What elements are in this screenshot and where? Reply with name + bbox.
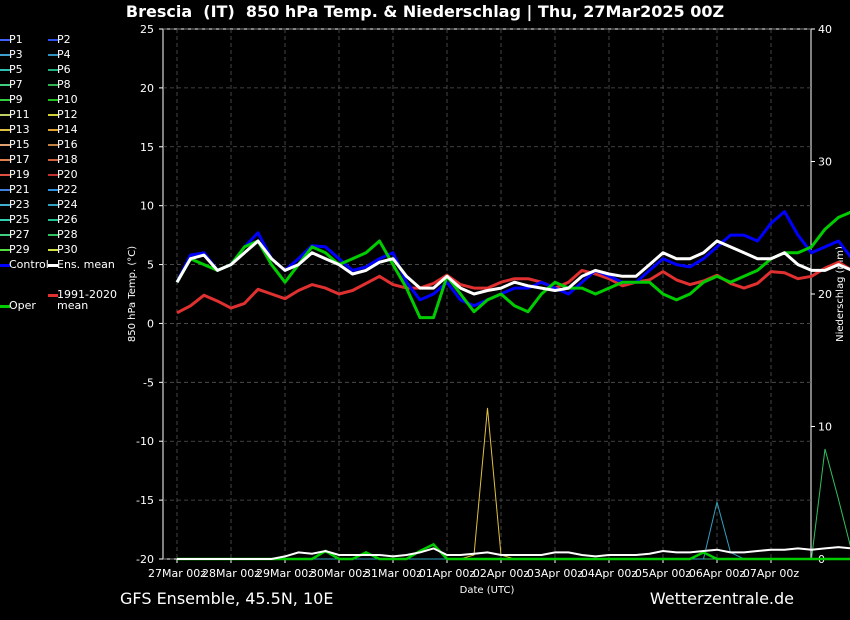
y2-tick-label: 40 bbox=[818, 23, 832, 36]
x-tick-label: 27Mar 00z bbox=[148, 567, 206, 580]
legend-label: P19 bbox=[9, 168, 30, 181]
y-tick-label: -20 bbox=[136, 553, 154, 566]
legend-label: Oper bbox=[9, 299, 36, 312]
legend-label: 1991-2020 mean bbox=[57, 288, 117, 312]
y-tick-label: 15 bbox=[140, 141, 154, 154]
legend-label: P22 bbox=[57, 183, 78, 196]
y2-axis-label: Niederschlag (mm) bbox=[835, 246, 846, 342]
y-tick-label: 25 bbox=[140, 23, 154, 36]
y2-tick-label: 20 bbox=[818, 288, 832, 301]
legend-label: P10 bbox=[57, 93, 78, 106]
y-axis-label: 850 hPa Temp. (°C) bbox=[127, 246, 138, 342]
legend-label: P16 bbox=[57, 138, 78, 151]
y2-tick-label: 30 bbox=[818, 156, 832, 169]
legend-label: P27 bbox=[9, 228, 30, 241]
plot-frame bbox=[162, 28, 812, 560]
legend-label: P30 bbox=[57, 243, 78, 256]
x-tick-label: 31Mar 00z bbox=[364, 567, 422, 580]
legend-label: Ens. mean bbox=[57, 258, 115, 271]
precip-line-p28 bbox=[177, 448, 850, 560]
legend-label: P11 bbox=[9, 108, 30, 121]
legend-label: Control bbox=[9, 258, 49, 271]
y-tick-label: -10 bbox=[136, 435, 154, 448]
legend-label: P9 bbox=[9, 93, 23, 106]
legend-label: P21 bbox=[9, 183, 30, 196]
legend-label: P13 bbox=[9, 123, 30, 136]
y-tick-label: 0 bbox=[147, 317, 154, 330]
x-tick-label: 02Apr 00z bbox=[473, 567, 530, 580]
legend-label: P7 bbox=[9, 78, 23, 91]
legend-label: P15 bbox=[9, 138, 30, 151]
temp-line-control bbox=[175, 210, 850, 308]
precip-line-ens-mean bbox=[177, 546, 850, 560]
legend-label: P6 bbox=[57, 63, 71, 76]
legend-label: P14 bbox=[57, 123, 78, 136]
precip-line-p24 bbox=[177, 501, 850, 560]
legend-label: P26 bbox=[57, 213, 78, 226]
y-tick-label: -15 bbox=[136, 494, 154, 507]
x-tick-label: 29Mar 00z bbox=[256, 567, 314, 580]
legend-label: P17 bbox=[9, 153, 30, 166]
source-credit: Wetterzentrale.de bbox=[649, 589, 794, 608]
x-tick-label: 06Apr 00z bbox=[689, 567, 746, 580]
legend-label: P4 bbox=[57, 48, 71, 61]
legend-label: P8 bbox=[57, 78, 71, 91]
x-tick-label: 28Mar 00z bbox=[202, 567, 260, 580]
legend-label: P3 bbox=[9, 48, 23, 61]
y2-tick-label: 10 bbox=[818, 421, 832, 434]
x-axis-label: Date (UTC) bbox=[460, 585, 515, 596]
y-tick-label: 5 bbox=[147, 259, 154, 272]
legend-label: P5 bbox=[9, 63, 23, 76]
legend-label: P20 bbox=[57, 168, 78, 181]
legend-label: P29 bbox=[9, 243, 30, 256]
legend-label: P18 bbox=[57, 153, 78, 166]
legend-label: P1 bbox=[9, 33, 23, 46]
legend-label: P2 bbox=[57, 33, 71, 46]
chart-plot: 2520151050-5-10-15-2040302010027Mar 00z2… bbox=[127, 23, 850, 596]
x-tick-label: 03Apr 00z bbox=[527, 567, 584, 580]
y-tick-label: 20 bbox=[140, 82, 154, 95]
legend-label: P24 bbox=[57, 198, 78, 211]
y-tick-label: -5 bbox=[143, 376, 154, 389]
precip-line-p13 bbox=[177, 407, 850, 560]
x-tick-label: 30Mar 00z bbox=[310, 567, 368, 580]
model-info: GFS Ensemble, 45.5N, 10E bbox=[120, 589, 334, 608]
x-tick-label: 05Apr 00z bbox=[635, 567, 692, 580]
legend-label: P28 bbox=[57, 228, 78, 241]
x-tick-label: 07Apr 00z bbox=[743, 567, 800, 580]
y-tick-label: 10 bbox=[140, 200, 154, 213]
x-tick-label: 04Apr 00z bbox=[581, 567, 638, 580]
legend-label: P12 bbox=[57, 108, 78, 121]
legend-label: P23 bbox=[9, 198, 30, 211]
legend-label: P25 bbox=[9, 213, 30, 226]
x-tick-label: 01Apr 00z bbox=[419, 567, 476, 580]
